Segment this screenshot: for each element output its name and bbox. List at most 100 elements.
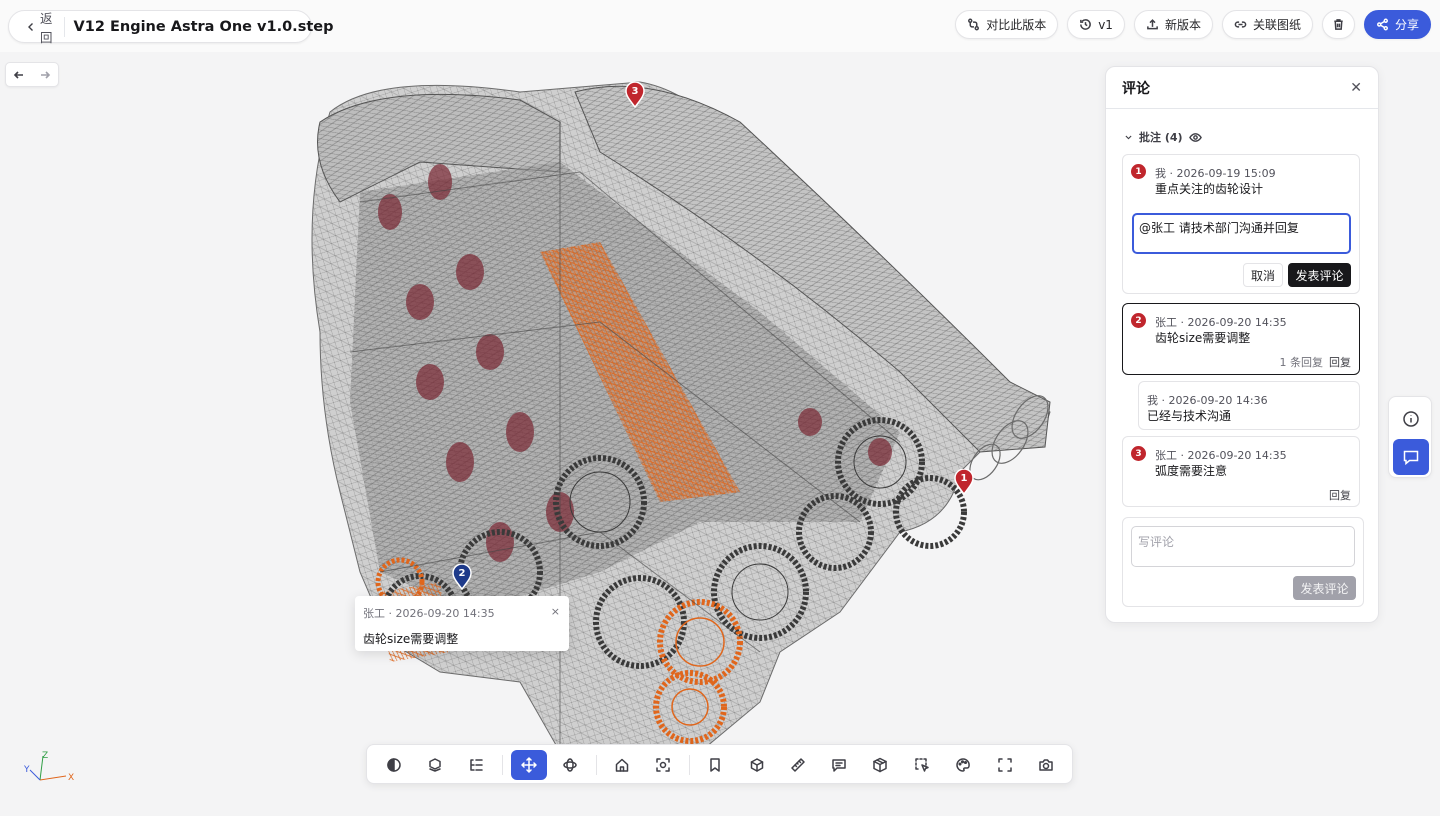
- section-tool[interactable]: [379, 750, 409, 780]
- measure-tool[interactable]: [783, 750, 813, 780]
- box-select-tool[interactable]: [907, 750, 937, 780]
- version-label: v1: [1098, 17, 1113, 32]
- tree-icon: [470, 759, 483, 771]
- link-icon: [1234, 21, 1247, 28]
- pin-number: 2: [458, 568, 466, 579]
- comment-icon: [1403, 450, 1419, 466]
- chevron-down-icon: [1125, 135, 1132, 139]
- reply-link[interactable]: 回复: [1329, 487, 1351, 503]
- post-reply-button[interactable]: 发表评论: [1288, 263, 1351, 287]
- info-button[interactable]: [1393, 401, 1429, 437]
- comments-panel: 评论 ✕ 批注 (4) 1 我 · 2026-09-19 15:09 重点关注的…: [1105, 66, 1379, 623]
- camera-icon: [1039, 759, 1053, 771]
- pin-number: 1: [960, 473, 968, 484]
- popover-close-icon[interactable]: ×: [551, 605, 560, 618]
- panel-title: 评论: [1122, 80, 1150, 97]
- back-button[interactable]: 返回: [9, 11, 65, 45]
- comment-meta: 我 · 2026-09-19 15:09: [1155, 167, 1276, 180]
- new-comment-input[interactable]: 写评论: [1131, 526, 1355, 567]
- reply-count-link[interactable]: 1 条回复: [1280, 354, 1324, 370]
- annotation-popover: 张工 · 2026-09-20 14:35 齿轮size需要调整 ×: [355, 596, 569, 651]
- comment-footer: 1 条回复 回复: [1280, 354, 1352, 370]
- new-version-button[interactable]: 新版本: [1133, 10, 1213, 39]
- measure-icon: [791, 758, 805, 772]
- top-actions: 对比此版本 v1 新版本 关联图纸 分享: [955, 10, 1431, 39]
- fit-icon: [656, 758, 670, 772]
- engine-model[interactable]: [0, 52, 1100, 816]
- pin-number: 3: [631, 86, 639, 97]
- history-icon: [1080, 19, 1092, 30]
- axis-y-label: Y: [23, 765, 30, 775]
- axis-x-label: X: [68, 773, 74, 783]
- move-icon: [521, 757, 537, 773]
- annotation-group-toggle[interactable]: 批注 (4): [1124, 129, 1202, 145]
- comment-card-3[interactable]: 3 张工 · 2026-09-20 14:35 弧度需要注意 回复: [1122, 436, 1360, 507]
- share-label: 分享: [1394, 18, 1419, 32]
- comment-badge: 3: [1131, 446, 1146, 461]
- toolbar-divider: [502, 755, 503, 775]
- annotation-tool[interactable]: [824, 750, 854, 780]
- compare-version-button[interactable]: 对比此版本: [955, 10, 1059, 39]
- fullscreen-icon: [998, 758, 1012, 772]
- comment-meta: 张工 · 2026-09-20 14:35: [1155, 449, 1287, 462]
- comment-card-2[interactable]: 2 张工 · 2026-09-20 14:35 齿轮size需要调整 1 条回复…: [1122, 303, 1360, 375]
- delete-button[interactable]: [1321, 10, 1355, 39]
- panel-header: 评论 ✕: [1106, 67, 1378, 109]
- link-drawing-label: 关联图纸: [1252, 18, 1301, 32]
- version-history-button[interactable]: v1: [1067, 10, 1125, 39]
- upload-icon: [1147, 19, 1158, 30]
- post-comment-button[interactable]: 发表评论: [1293, 576, 1356, 600]
- rotate-tool[interactable]: [555, 750, 585, 780]
- home-icon: [615, 758, 629, 772]
- annotation-pin-2[interactable]: 2: [451, 563, 473, 591]
- new-version-label: 新版本: [1164, 18, 1201, 32]
- explode-icon: [429, 758, 441, 772]
- home-view-tool[interactable]: [607, 750, 637, 780]
- model-tree-tool[interactable]: [461, 750, 491, 780]
- chevron-left-icon: [26, 22, 36, 32]
- 3d-viewport[interactable]: 1 2 3: [0, 52, 1100, 816]
- compare-version-label: 对比此版本: [986, 18, 1047, 32]
- title-pill: 返回 V12 Engine Astra One v1.0.step: [8, 10, 333, 45]
- compare-icon: [968, 18, 980, 31]
- bookmark-tool[interactable]: [700, 750, 730, 780]
- reply-meta: 我 · 2026-09-20 14:36: [1147, 394, 1268, 407]
- reply-link[interactable]: 回复: [1329, 354, 1351, 370]
- eye-icon[interactable]: [1188, 131, 1202, 144]
- popover-text: 齿轮size需要调整: [363, 632, 459, 646]
- component-tool[interactable]: [865, 750, 895, 780]
- move-tool[interactable]: [511, 750, 547, 780]
- screenshot-tool[interactable]: [1031, 750, 1061, 780]
- material-tool[interactable]: [948, 750, 978, 780]
- reply-text: 已经与技术沟通: [1147, 409, 1232, 423]
- share-button[interactable]: 分享: [1363, 10, 1431, 39]
- fit-view-tool[interactable]: [648, 750, 678, 780]
- top-bar: 返回 V12 Engine Astra One v1.0.step 对比此版本 …: [0, 0, 1440, 52]
- comments-toggle-button[interactable]: [1393, 439, 1429, 475]
- annotation-group-label: 批注 (4): [1139, 131, 1183, 144]
- link-drawing-button[interactable]: 关联图纸: [1221, 10, 1313, 39]
- close-icon[interactable]: ✕: [1350, 80, 1362, 96]
- trash-icon: [1334, 19, 1343, 30]
- reply-card: 我 · 2026-09-20 14:36 已经与技术沟通: [1138, 381, 1360, 430]
- axis-z-label: Z: [42, 751, 48, 761]
- reply-textarea[interactable]: @张工 请技术部门沟通并回复: [1132, 213, 1351, 254]
- comment-text: 弧度需要注意: [1155, 464, 1228, 478]
- annotation-pin-1[interactable]: 1: [953, 468, 975, 496]
- new-comment-box: 写评论 发表评论: [1122, 517, 1364, 607]
- popover-meta: 张工 · 2026-09-20 14:35: [363, 607, 495, 620]
- axis-triad: X Z Y: [23, 751, 74, 783]
- comment-card-1[interactable]: 1 我 · 2026-09-19 15:09 重点关注的齿轮设计 @张工 请技术…: [1122, 154, 1360, 294]
- comment-text: 齿轮size需要调整: [1155, 331, 1251, 345]
- view-cube-tool[interactable]: [742, 750, 772, 780]
- component-icon: [873, 757, 887, 773]
- fullscreen-tool[interactable]: [990, 750, 1020, 780]
- info-icon: [1403, 411, 1419, 427]
- viewer-toolbar: [366, 744, 1073, 784]
- explode-tool[interactable]: [420, 750, 450, 780]
- box-select-icon: [915, 758, 929, 772]
- cancel-button[interactable]: 取消: [1243, 263, 1283, 287]
- annotation-pin-3[interactable]: 3: [624, 81, 646, 109]
- share-icon: [1377, 18, 1388, 31]
- side-rail: [1388, 396, 1432, 478]
